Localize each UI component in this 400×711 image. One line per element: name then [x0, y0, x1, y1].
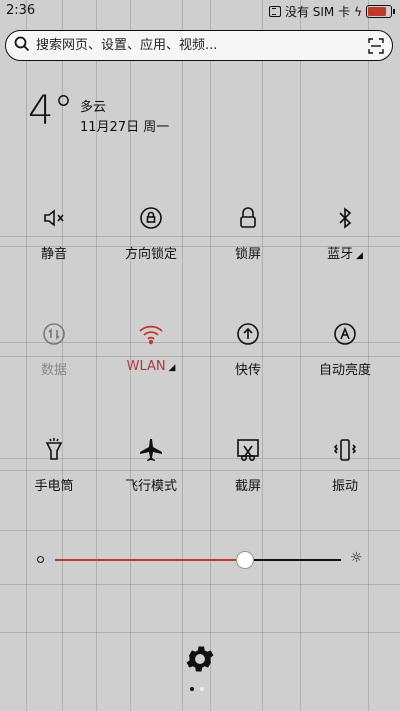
brightness-track-filled: [55, 559, 244, 561]
search-bar[interactable]: [5, 30, 393, 61]
transfer-icon: [198, 319, 298, 349]
tile-screenshot[interactable]: 截屏: [198, 435, 298, 515]
status-time: 2:36: [6, 3, 36, 18]
search-input[interactable]: [34, 37, 358, 54]
wifi-icon: [101, 319, 201, 349]
flashlight-icon: [4, 435, 104, 465]
weather-date: 11月27日 周一: [80, 120, 170, 135]
page-indicator: [190, 687, 204, 691]
brightness-thumb[interactable]: [235, 551, 254, 569]
no-sim-icon: [268, 6, 281, 17]
search-icon: [14, 36, 30, 56]
tile-lock-screen[interactable]: 锁屏: [198, 203, 298, 283]
gear-icon: [186, 646, 214, 672]
tile-mute[interactable]: 静音: [4, 203, 104, 283]
carrier-text: 没有 SIM 卡: [284, 5, 351, 19]
rotation-lock-icon: [101, 203, 201, 233]
tile-quick-transfer[interactable]: 快传: [198, 319, 298, 399]
charging-icon: ϟ: [354, 4, 362, 19]
tile-airplane-mode[interactable]: 飞行模式: [101, 435, 201, 515]
airplane-icon: [101, 435, 201, 465]
brightness-high-icon: ☼: [350, 550, 363, 566]
tile-bluetooth[interactable]: 蓝牙 ◢: [295, 203, 395, 283]
mute-icon: [4, 203, 104, 233]
bluetooth-icon: [295, 203, 395, 233]
tile-rotation-lock[interactable]: 方向锁定: [101, 203, 201, 283]
brightness-low-icon: [37, 556, 44, 563]
screenshot-icon: [198, 435, 298, 465]
settings-button[interactable]: [183, 642, 217, 680]
battery-icon: [366, 5, 395, 18]
weather-condition: 多云: [80, 100, 107, 115]
tile-wlan[interactable]: WLAN ◢: [101, 319, 201, 399]
tile-auto-brightness[interactable]: 自动亮度: [295, 319, 395, 399]
temperature: 4°: [28, 88, 74, 134]
scan-icon[interactable]: [368, 38, 384, 58]
page-dot-active: [190, 687, 194, 691]
tile-vibrate[interactable]: 振动: [295, 435, 395, 515]
tile-flashlight[interactable]: 手电筒: [4, 435, 104, 515]
brightness-slider[interactable]: ☼: [35, 548, 370, 572]
status-bar: 2:36 没有 SIM 卡 ϟ: [0, 0, 400, 22]
brightness-track-empty: [243, 559, 341, 561]
data-icon: [4, 319, 104, 349]
page-dot: [200, 687, 204, 691]
tile-data[interactable]: 数据: [4, 319, 104, 399]
auto-brightness-icon: [295, 319, 395, 349]
vibrate-icon: [295, 435, 395, 465]
lock-icon: [198, 203, 298, 233]
